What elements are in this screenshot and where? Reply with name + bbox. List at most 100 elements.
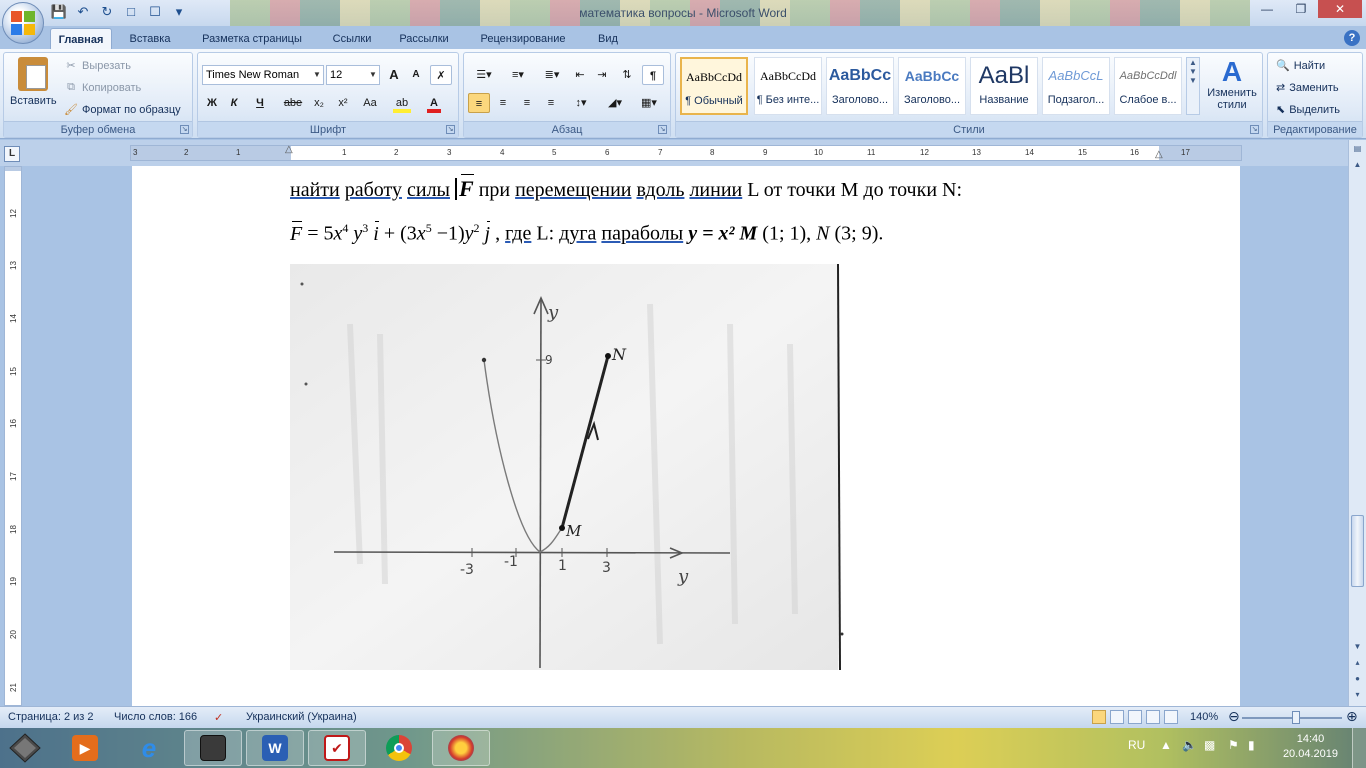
- styles-gallery-scroll[interactable]: ▲ ▼ ▼: [1186, 57, 1200, 115]
- tray-expand-icon[interactable]: ▲: [1160, 738, 1172, 752]
- cut-button[interactable]: ✂ Вырезать: [64, 59, 131, 73]
- document-page[interactable]: найти работу силы F при перемещении вдол…: [132, 166, 1240, 706]
- style-heading-1[interactable]: AaBbCc Заголово...: [826, 57, 894, 115]
- action-center-icon[interactable]: ⚑: [1228, 738, 1239, 752]
- copy-button[interactable]: ⧉ Копировать: [64, 81, 141, 94]
- show-desktop-button[interactable]: [1352, 728, 1366, 768]
- scroll-up-icon[interactable]: ▲: [1351, 158, 1364, 172]
- help-icon[interactable]: ?: [1344, 30, 1360, 46]
- shading-icon[interactable]: ◢▾: [600, 93, 630, 113]
- font-color-button[interactable]: A: [420, 93, 448, 113]
- customize-toolbar-icon[interactable]: ▾: [170, 3, 188, 21]
- paragraph-launcher-icon[interactable]: ↘: [658, 125, 667, 134]
- network-icon[interactable]: ▩: [1204, 738, 1215, 752]
- next-page-icon[interactable]: ▾: [1351, 688, 1364, 702]
- minimize-button[interactable]: —: [1250, 0, 1284, 18]
- scrollbar-thumb[interactable]: [1351, 515, 1364, 587]
- tab-mailings[interactable]: Рассылки: [390, 28, 458, 50]
- clear-format-icon[interactable]: ✗: [430, 65, 452, 85]
- paste-button[interactable]: Вставить: [10, 57, 57, 117]
- power-icon[interactable]: ▮: [1248, 738, 1255, 752]
- vertical-scrollbar[interactable]: ▤ ▲ ▼ ▴ ● ▾: [1348, 140, 1366, 706]
- zoom-out-icon[interactable]: ⊖: [1228, 708, 1240, 725]
- start-button[interactable]: [8, 732, 42, 764]
- style-no-spacing[interactable]: AaBbCcDd ¶ Без инте...: [754, 57, 822, 115]
- style-title[interactable]: AaBl Название: [970, 57, 1038, 115]
- new-document-icon[interactable]: □: [122, 3, 140, 21]
- chrome-taskbar-button[interactable]: [370, 730, 428, 766]
- change-styles-button[interactable]: A Изменить стили: [1202, 57, 1262, 112]
- styles-launcher-icon[interactable]: ↘: [1250, 125, 1259, 134]
- multilevel-list-icon[interactable]: ≣▾: [536, 65, 568, 85]
- line-spacing-icon[interactable]: ↕▾: [566, 93, 596, 113]
- style-subtle-emphasis[interactable]: AaBbCcDdl Слабое в...: [1114, 57, 1182, 115]
- word-count[interactable]: Число слов: 166: [114, 711, 197, 723]
- increase-indent-icon[interactable]: ⇥: [592, 65, 612, 85]
- align-right-icon[interactable]: ≡: [516, 93, 538, 113]
- style-normal[interactable]: AaBbCcDd ¶ Обычный: [680, 57, 748, 115]
- underline-button[interactable]: Ч: [246, 93, 274, 113]
- spell-check-icon[interactable]: ✓: [214, 711, 223, 724]
- print-preview-icon[interactable]: ☐: [146, 3, 164, 21]
- web-layout-icon[interactable]: [1128, 710, 1142, 724]
- tab-references[interactable]: Ссылки: [322, 28, 382, 50]
- superscript-button[interactable]: x²: [332, 93, 354, 113]
- scanned-graph-image[interactable]: y y 9 M N -3 -1 1 3: [290, 263, 848, 671]
- volume-icon[interactable]: 🔈: [1182, 738, 1197, 752]
- subscript-button[interactable]: x₂: [308, 93, 330, 113]
- font-name-select[interactable]: Times New Roman ▼: [202, 65, 324, 85]
- align-center-icon[interactable]: ≡: [492, 93, 514, 113]
- tab-page-layout[interactable]: Разметка страницы: [190, 28, 314, 50]
- format-painter-button[interactable]: 🖌 Формат по образцу: [64, 103, 181, 117]
- zoom-level[interactable]: 140%: [1190, 711, 1218, 723]
- word-taskbar-button[interactable]: W: [246, 730, 304, 766]
- vertical-ruler[interactable]: 12 13 14 15 16 17 18 19 20 21: [4, 166, 22, 706]
- redo-icon[interactable]: ↻: [98, 3, 116, 21]
- justify-icon[interactable]: ≡: [540, 93, 562, 113]
- replace-button[interactable]: ⇄ Заменить: [1276, 81, 1339, 95]
- print-layout-icon[interactable]: [1092, 710, 1106, 724]
- font-launcher-icon[interactable]: ↘: [446, 125, 455, 134]
- decrease-indent-icon[interactable]: ⇤: [570, 65, 590, 85]
- sort-icon[interactable]: ⇅: [616, 65, 638, 85]
- tab-view[interactable]: Вид: [588, 28, 628, 50]
- italic-button[interactable]: К: [224, 93, 244, 113]
- indent-marker-icon[interactable]: △: [285, 144, 293, 155]
- select-button[interactable]: ⬉ Выделить: [1276, 103, 1340, 117]
- tab-insert[interactable]: Вставка: [120, 28, 180, 50]
- page-count[interactable]: Страница: 2 из 2: [8, 711, 94, 723]
- zoom-slider-thumb[interactable]: [1292, 711, 1300, 724]
- grow-font-button[interactable]: A: [384, 65, 404, 85]
- draft-view-icon[interactable]: [1164, 710, 1178, 724]
- previous-page-icon[interactable]: ▴: [1351, 656, 1364, 670]
- system-clock[interactable]: 14:40 20.04.2019: [1283, 732, 1338, 762]
- align-left-icon[interactable]: ≡: [468, 93, 490, 113]
- style-heading-2[interactable]: AaBbCc Заголово...: [898, 57, 966, 115]
- clipboard-launcher-icon[interactable]: ↘: [180, 125, 189, 134]
- ruler-toggle-icon[interactable]: ▤: [1351, 142, 1364, 156]
- media-player-taskbar-button[interactable]: ▶: [56, 730, 114, 766]
- office-button[interactable]: [2, 2, 44, 44]
- ie-taskbar-button[interactable]: e: [120, 730, 178, 766]
- input-language[interactable]: RU: [1128, 738, 1145, 752]
- shrink-font-button[interactable]: A: [406, 65, 426, 85]
- font-size-select[interactable]: 12 ▼: [326, 65, 380, 85]
- save-icon[interactable]: 💾: [50, 3, 68, 21]
- outline-view-icon[interactable]: [1146, 710, 1160, 724]
- browse-object-icon[interactable]: ●: [1351, 672, 1364, 686]
- tab-home[interactable]: Главная: [50, 28, 112, 50]
- horizontal-ruler[interactable]: 3 2 1 1 2 3 4 5 6 7 8 9 10 11 12 13 14 1…: [130, 144, 1242, 161]
- undo-icon[interactable]: ↶: [74, 3, 92, 21]
- borders-icon[interactable]: ▦▾: [634, 93, 664, 113]
- close-button[interactable]: ✕: [1318, 0, 1362, 18]
- maximize-button[interactable]: ❐: [1284, 0, 1318, 18]
- explorer-taskbar-button[interactable]: [184, 730, 242, 766]
- scroll-down-icon[interactable]: ▼: [1351, 640, 1364, 654]
- pdf-taskbar-button[interactable]: ✔: [308, 730, 366, 766]
- show-marks-button[interactable]: ¶: [642, 65, 664, 85]
- full-screen-reading-icon[interactable]: [1110, 710, 1124, 724]
- change-case-button[interactable]: Aa: [356, 93, 384, 113]
- tab-selector-button[interactable]: L: [4, 146, 20, 162]
- highlight-button[interactable]: ab: [388, 93, 416, 113]
- style-subtitle[interactable]: AaBbCcL Подзагол...: [1042, 57, 1110, 115]
